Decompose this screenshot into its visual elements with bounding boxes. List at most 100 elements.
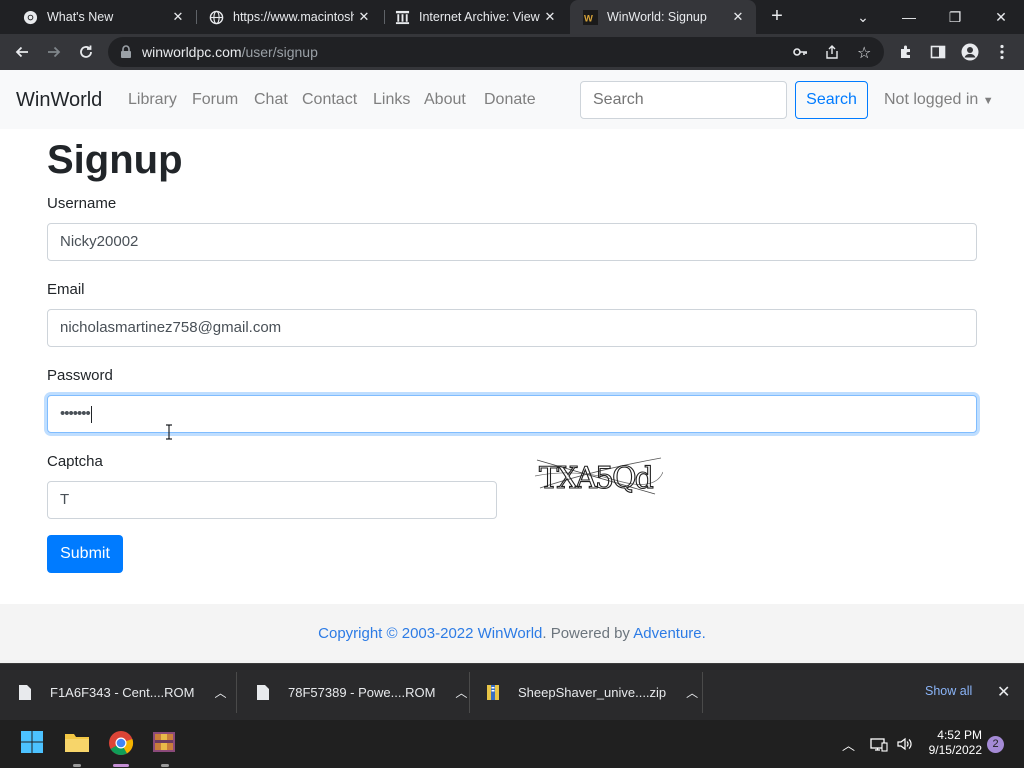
- chevron-up-icon[interactable]: ︿: [455, 684, 467, 701]
- close-window-button[interactable]: ✕: [978, 0, 1024, 34]
- nav-about[interactable]: About: [424, 91, 466, 109]
- show-hidden-icons-chevron-up-icon[interactable]: ︿: [842, 720, 855, 768]
- browser-tabstrip: What's New ✕ https://www.macintosh ✕ Int…: [0, 0, 1024, 34]
- captcha-image: TXA5Qd: [534, 450, 664, 498]
- globe-icon: [208, 9, 224, 25]
- close-downloads-icon[interactable]: ✕: [997, 682, 1010, 702]
- menu-kebab-icon[interactable]: [988, 38, 1016, 66]
- chrome-icon: [22, 9, 38, 25]
- windows-start-icon[interactable]: [20, 730, 46, 756]
- address-bar[interactable]: winworldpc.com/user/signup ☆: [108, 37, 884, 67]
- user-menu-dropdown[interactable]: Not logged in ▼: [884, 91, 994, 109]
- key-icon[interactable]: [792, 44, 808, 65]
- nav-forum[interactable]: Forum: [192, 91, 238, 109]
- running-indicator: [161, 764, 169, 767]
- share-icon[interactable]: [824, 44, 840, 65]
- file-icon: [19, 685, 31, 700]
- adventure-link[interactable]: Adventure: [633, 625, 701, 642]
- download-separator: [702, 672, 703, 713]
- url-text: winworldpc.com/user/signup: [142, 44, 318, 60]
- download-item[interactable]: 78F57389 - Powe....ROM ︿: [256, 664, 467, 721]
- browser-toolbar: winworldpc.com/user/signup ☆: [0, 34, 1024, 70]
- password-field[interactable]: •••••••: [47, 395, 977, 433]
- svg-text:W: W: [583, 13, 592, 23]
- back-icon[interactable]: [8, 38, 36, 66]
- site-brand[interactable]: WinWorld: [16, 89, 102, 112]
- running-indicator: [73, 764, 81, 767]
- site-footer: Copyright © 2003-2022 WinWorld. Powered …: [0, 604, 1024, 663]
- download-filename: SheepShaver_unive....zip: [518, 685, 667, 700]
- copyright-link[interactable]: Copyright © 2003-2022 WinWorld: [318, 625, 542, 642]
- nav-library[interactable]: Library: [128, 91, 177, 109]
- tab-title: WinWorld: Signup: [607, 10, 707, 24]
- zip-archive-icon: [487, 685, 499, 700]
- tab-title: https://www.macintosh: [233, 10, 354, 24]
- bookmark-star-icon[interactable]: ☆: [857, 43, 871, 63]
- nav-contact[interactable]: Contact: [302, 91, 357, 109]
- download-filename: 78F57389 - Powe....ROM: [288, 685, 436, 700]
- tab-whats-new[interactable]: What's New ✕: [0, 0, 196, 34]
- chevron-up-icon[interactable]: ︿: [686, 684, 698, 701]
- text-cursor-icon: [165, 424, 173, 440]
- archive-icon: [394, 9, 410, 25]
- close-tab-icon[interactable]: ✕: [728, 9, 748, 25]
- close-tab-icon[interactable]: ✕: [540, 9, 560, 25]
- username-label: Username: [47, 195, 117, 212]
- active-indicator: [113, 764, 129, 767]
- captcha-label: Captcha: [47, 453, 103, 470]
- notification-badge[interactable]: 2: [987, 736, 1004, 753]
- email-field[interactable]: nicholasmartinez758@gmail.com: [47, 309, 977, 347]
- extensions-icon[interactable]: [892, 38, 920, 66]
- winrar-icon[interactable]: [152, 730, 178, 756]
- captcha-image-text: TXA5Qd: [539, 461, 654, 496]
- close-tab-icon[interactable]: ✕: [168, 9, 188, 25]
- clock-date: 9/15/2022: [928, 743, 982, 757]
- chrome-icon[interactable]: [108, 730, 134, 756]
- windows-taskbar: ︿ 4:52 PM 9/15/2022: [0, 720, 1024, 768]
- reload-icon[interactable]: [72, 38, 100, 66]
- footer-text: Copyright © 2003-2022 WinWorld. Powered …: [318, 625, 706, 642]
- restore-button[interactable]: ❐: [932, 0, 978, 34]
- side-panel-icon[interactable]: [924, 38, 952, 66]
- page-title: Signup: [47, 138, 183, 182]
- download-item[interactable]: SheepShaver_unive....zip ︿: [486, 664, 698, 721]
- downloads-bar: F1A6F343 - Cent....ROM ︿ 78F57389 - Powe…: [0, 663, 1024, 720]
- tab-internet-archive[interactable]: Internet Archive: View / ✕: [372, 0, 568, 34]
- minimize-button[interactable]: —: [886, 0, 932, 34]
- username-field[interactable]: Nicky20002: [47, 223, 977, 261]
- tab-macintosh[interactable]: https://www.macintosh ✕: [186, 0, 382, 34]
- file-icon: [257, 685, 269, 700]
- file-explorer-icon[interactable]: [64, 730, 90, 756]
- forward-icon[interactable]: [40, 38, 68, 66]
- system-clock[interactable]: 4:52 PM 9/15/2022: [926, 728, 982, 758]
- tab-title: What's New: [47, 10, 114, 24]
- download-item[interactable]: F1A6F343 - Cent....ROM ︿: [18, 664, 227, 721]
- caret-down-icon: ▼: [982, 95, 994, 107]
- profile-icon[interactable]: [956, 38, 984, 66]
- nav-chat[interactable]: Chat: [254, 91, 288, 109]
- download-filename: F1A6F343 - Cent....ROM: [50, 685, 195, 700]
- volume-icon[interactable]: [896, 720, 914, 768]
- network-icon[interactable]: [870, 720, 888, 768]
- submit-button[interactable]: Submit: [47, 535, 123, 573]
- captcha-field[interactable]: T: [47, 481, 497, 519]
- show-all-downloads-link[interactable]: Show all: [925, 684, 972, 698]
- chevron-up-icon[interactable]: ︿: [215, 684, 227, 701]
- password-label: Password: [47, 367, 113, 384]
- new-tab-button[interactable]: +: [766, 5, 788, 29]
- winworld-icon: W: [582, 9, 598, 25]
- nav-donate[interactable]: Donate: [484, 91, 536, 109]
- tab-title: Internet Archive: View /: [419, 10, 540, 24]
- close-tab-icon[interactable]: ✕: [354, 9, 374, 25]
- site-search-input[interactable]: [580, 81, 787, 119]
- text-caret: [90, 405, 92, 423]
- nav-links[interactable]: Links: [373, 91, 410, 109]
- clock-time: 4:52 PM: [937, 728, 982, 742]
- lock-icon[interactable]: [120, 45, 132, 64]
- tab-search-icon[interactable]: ⌄: [840, 0, 886, 34]
- site-search-button[interactable]: Search: [795, 81, 868, 119]
- email-label: Email: [47, 281, 85, 298]
- download-separator: [469, 672, 470, 713]
- site-navbar: WinWorld Library Forum Chat Contact Link…: [0, 70, 1024, 129]
- tab-winworld-signup[interactable]: W WinWorld: Signup ✕: [570, 0, 756, 34]
